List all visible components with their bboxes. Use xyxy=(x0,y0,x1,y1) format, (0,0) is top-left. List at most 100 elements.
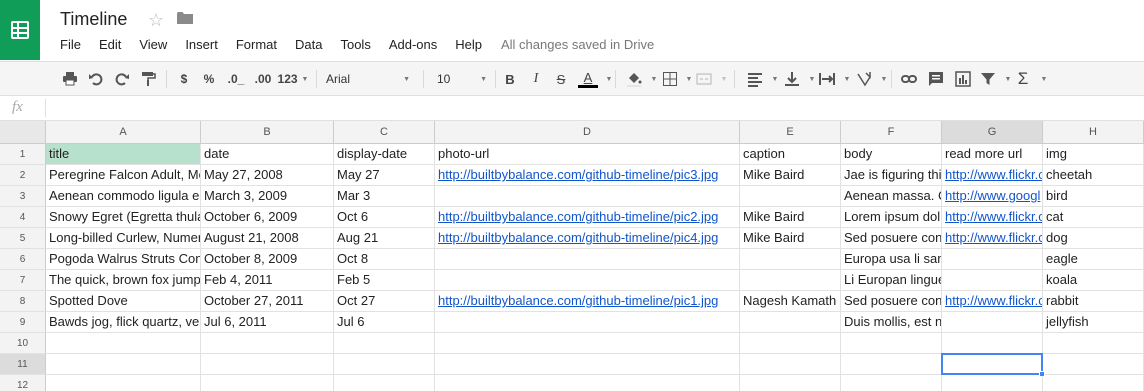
cell-f7[interactable]: Li Europan lingues es membres de xyxy=(841,270,942,291)
cell-c11[interactable] xyxy=(334,354,435,375)
chevron-down-icon[interactable]: ▼ xyxy=(1004,69,1012,89)
cell-a4[interactable]: Snowy Egret (Egretta thula xyxy=(46,207,201,228)
functions-button[interactable]: Σ xyxy=(1014,69,1032,89)
insert-link-button[interactable] xyxy=(899,69,919,89)
cell-a5[interactable]: Long-billed Curlew, Numer xyxy=(46,228,201,249)
row-header-3[interactable]: 3 xyxy=(0,186,46,207)
cell-e8[interactable]: Nagesh Kamath xyxy=(740,291,841,312)
cell-e9[interactable] xyxy=(740,312,841,333)
decrease-decimal-button[interactable]: .0_ xyxy=(224,69,248,89)
cell-f1[interactable]: body xyxy=(841,144,942,165)
fill-handle[interactable] xyxy=(1039,371,1045,377)
cell-a10[interactable] xyxy=(46,333,201,354)
cell-c9[interactable]: Jul 6 xyxy=(334,312,435,333)
cell-c8[interactable]: Oct 27 xyxy=(334,291,435,312)
text-rotation-button[interactable] xyxy=(854,69,874,89)
cell-g11[interactable] xyxy=(942,354,1043,375)
cell-c10[interactable] xyxy=(334,333,435,354)
chevron-down-icon[interactable]: ▼ xyxy=(650,69,658,89)
cell-f3[interactable]: Aenean massa. C xyxy=(841,186,942,207)
cell-c1[interactable]: display-date xyxy=(334,144,435,165)
currency-format-button[interactable]: $ xyxy=(175,69,193,89)
text-wrap-button[interactable] xyxy=(817,69,837,89)
cell-e1[interactable]: caption xyxy=(740,144,841,165)
cell-c4[interactable]: Oct 6 xyxy=(334,207,435,228)
chevron-down-icon[interactable]: ▼ xyxy=(771,69,779,89)
cell-d9[interactable] xyxy=(435,312,740,333)
row-header-6[interactable]: 6 xyxy=(0,249,46,270)
cell-f4[interactable]: Lorem ipsum dol xyxy=(841,207,942,228)
cell-f6[interactable]: Europa usa li sam vocabular. Li lin xyxy=(841,249,942,270)
cell-a7[interactable]: The quick, brown fox jump xyxy=(46,270,201,291)
row-header-4[interactable]: 4 xyxy=(0,207,46,228)
cell-e4[interactable]: Mike Baird xyxy=(740,207,841,228)
cell-f2[interactable]: Jae is figuring thi xyxy=(841,165,942,186)
cell-b12[interactable] xyxy=(201,375,334,391)
row-header-9[interactable]: 9 xyxy=(0,312,46,333)
redo-button[interactable] xyxy=(112,69,132,89)
cell-h2[interactable]: cheetah xyxy=(1043,165,1144,186)
cell-b3[interactable]: March 3, 2009 xyxy=(201,186,334,207)
cell-b7[interactable]: Feb 4, 2011 xyxy=(201,270,334,291)
vertical-align-button[interactable] xyxy=(782,69,802,89)
cell-e10[interactable] xyxy=(740,333,841,354)
cell-f10[interactable] xyxy=(841,333,942,354)
column-header-g[interactable]: G xyxy=(942,121,1043,144)
cell-e7[interactable] xyxy=(740,270,841,291)
folder-icon[interactable] xyxy=(177,11,193,25)
chevron-down-icon[interactable]: ▼ xyxy=(685,69,693,89)
formula-input[interactable] xyxy=(52,98,1132,118)
cell-d10[interactable] xyxy=(435,333,740,354)
cell-e11[interactable] xyxy=(740,354,841,375)
cell-a6[interactable]: Pogoda Walrus Struts Con xyxy=(46,249,201,270)
undo-button[interactable] xyxy=(86,69,106,89)
cell-a2[interactable]: Peregrine Falcon Adult, Mo xyxy=(46,165,201,186)
strikethrough-button[interactable]: S xyxy=(553,69,569,89)
cell-b2[interactable]: May 27, 2008 xyxy=(201,165,334,186)
cell-a9[interactable]: Bawds jog, flick quartz, ve: xyxy=(46,312,201,333)
cell-d4[interactable]: http://builtbybalance.com/github-timelin… xyxy=(435,207,740,228)
cell-h9[interactable]: jellyfish xyxy=(1043,312,1144,333)
chevron-down-icon[interactable]: ▼ xyxy=(880,69,888,89)
menu-view[interactable]: View xyxy=(130,36,176,54)
cell-a3[interactable]: Aenean commodo ligula eg xyxy=(46,186,201,207)
insert-comment-button[interactable] xyxy=(926,69,946,89)
cell-f5[interactable]: Sed posuere con xyxy=(841,228,942,249)
horizontal-align-button[interactable] xyxy=(745,69,765,89)
filter-button[interactable] xyxy=(978,69,998,89)
cell-b4[interactable]: October 6, 2009 xyxy=(201,207,334,228)
sheets-logo[interactable] xyxy=(0,0,40,60)
chevron-down-icon[interactable]: ▼ xyxy=(843,69,851,89)
cell-g9[interactable] xyxy=(942,312,1043,333)
row-header-1[interactable]: 1 xyxy=(0,144,46,165)
column-header-c[interactable]: C xyxy=(334,121,435,144)
cell-h8[interactable]: rabbit xyxy=(1043,291,1144,312)
cell-g4[interactable]: http://www.flickr.c xyxy=(942,207,1043,228)
cell-c7[interactable]: Feb 5 xyxy=(334,270,435,291)
row-header-12[interactable]: 12 xyxy=(0,375,46,391)
cell-a12[interactable] xyxy=(46,375,201,391)
cell-c5[interactable]: Aug 21 xyxy=(334,228,435,249)
cell-d3[interactable] xyxy=(435,186,740,207)
cell-a11[interactable] xyxy=(46,354,201,375)
column-header-f[interactable]: F xyxy=(841,121,942,144)
row-header-2[interactable]: 2 xyxy=(0,165,46,186)
row-header-7[interactable]: 7 xyxy=(0,270,46,291)
cell-g2[interactable]: http://www.flickr.c xyxy=(942,165,1043,186)
cell-e12[interactable] xyxy=(740,375,841,391)
cell-c3[interactable]: Mar 3 xyxy=(334,186,435,207)
cell-b10[interactable] xyxy=(201,333,334,354)
insert-chart-button[interactable] xyxy=(953,69,973,89)
menu-addons[interactable]: Add-ons xyxy=(380,36,446,54)
cell-b9[interactable]: Jul 6, 2011 xyxy=(201,312,334,333)
cell-d8[interactable]: http://builtbybalance.com/github-timelin… xyxy=(435,291,740,312)
borders-button[interactable] xyxy=(661,69,679,89)
cell-h4[interactable]: cat xyxy=(1043,207,1144,228)
chevron-down-icon[interactable]: ▼ xyxy=(808,69,816,89)
cell-g10[interactable] xyxy=(942,333,1043,354)
cell-h12[interactable] xyxy=(1043,375,1144,391)
cell-g7[interactable] xyxy=(942,270,1043,291)
cell-e3[interactable] xyxy=(740,186,841,207)
cell-h11[interactable] xyxy=(1043,354,1144,375)
cell-h1[interactable]: img xyxy=(1043,144,1144,165)
